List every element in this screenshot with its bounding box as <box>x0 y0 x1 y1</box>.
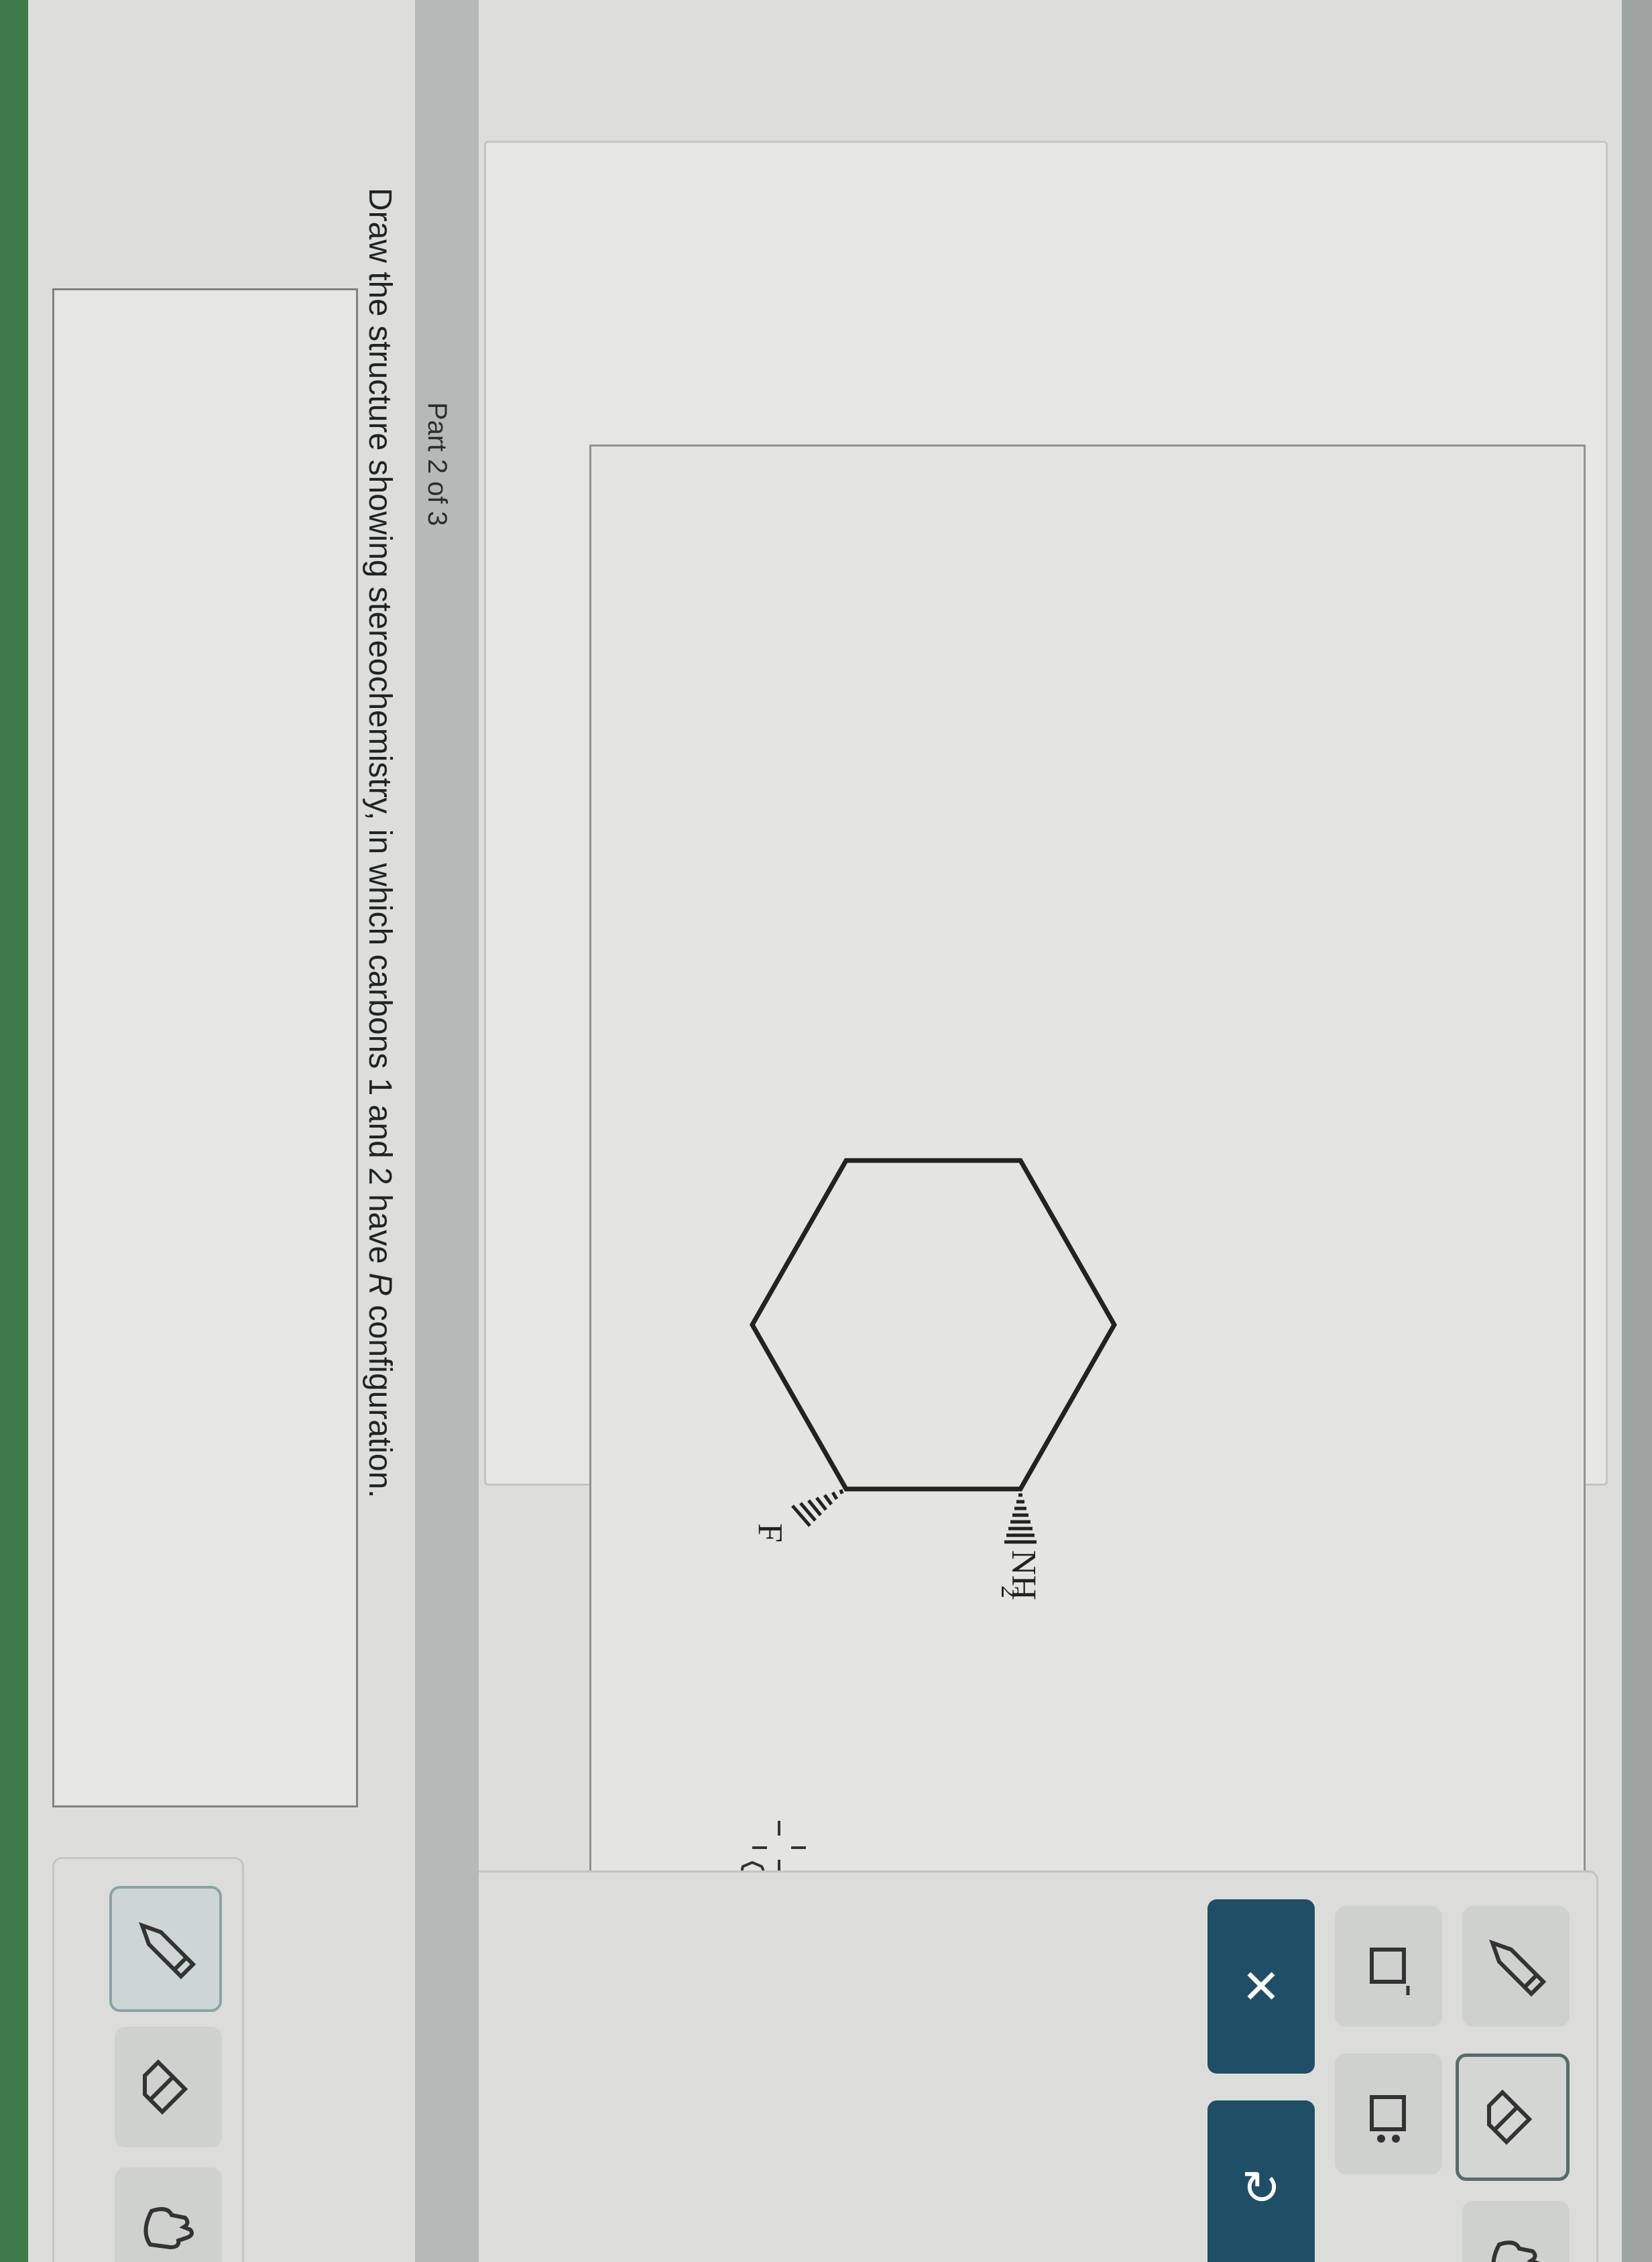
pencil-icon <box>139 1922 196 1980</box>
part-label: Part 2 of 3 <box>422 402 452 526</box>
undo-icon: ↻ <box>1241 2161 1281 2214</box>
next-part-toolbar <box>52 1857 244 2262</box>
eraser-icon <box>143 2059 188 2115</box>
question-text-after: configuration. <box>362 1296 398 1498</box>
hashed-wedge-bond-nh2[interactable] <box>1004 1493 1037 1544</box>
question-text: Draw the structure showing stereochemist… <box>361 188 398 1498</box>
hashed-wedge-bond-f[interactable] <box>791 1489 844 1527</box>
next-part-canvas[interactable] <box>52 288 358 1807</box>
cyclohexane-ring[interactable] <box>749 1158 1118 1492</box>
next-hand-tool[interactable] <box>115 2167 222 2262</box>
hand-icon <box>143 2207 194 2250</box>
charge-tool[interactable] <box>1335 1906 1442 2027</box>
hand-tool[interactable] <box>1462 2201 1570 2262</box>
next-pencil-tool[interactable] <box>109 1886 222 2012</box>
hand-icon <box>1491 2241 1541 2262</box>
question-text-before: Draw the structure showing stereochemist… <box>362 188 398 1273</box>
close-icon: ✕ <box>1241 1960 1281 2013</box>
eraser-icon <box>1487 2089 1533 2145</box>
atom-subscript-2: 2 <box>996 1586 1024 1598</box>
clear-button[interactable]: ✕ <box>1207 1899 1315 2074</box>
screen: NH 2 F ✕ ↻ Part 2 of 3 Draw the structur… <box>0 0 1652 2262</box>
molecule-structure[interactable]: NH 2 F <box>672 1050 1222 1600</box>
lone-pair-icon <box>1370 2095 1406 2143</box>
pencil-tool[interactable] <box>1462 1906 1570 2027</box>
pencil-icon <box>1489 1940 1547 1997</box>
part-header <box>415 0 479 2262</box>
atom-label-f[interactable]: F <box>751 1523 789 1543</box>
drawing-canvas[interactable]: NH 2 F <box>589 444 1586 1950</box>
undo-button[interactable]: ↻ <box>1207 2100 1315 2262</box>
question-config-letter: R <box>362 1272 398 1297</box>
lone-pair-tool[interactable] <box>1335 2053 1442 2174</box>
eraser-tool[interactable] <box>1456 2053 1570 2181</box>
window-side-edge <box>0 0 28 2262</box>
drawing-toolbar: ✕ ↻ <box>455 1870 1598 2262</box>
next-eraser-tool[interactable] <box>115 2027 222 2147</box>
charge-icon <box>1370 1948 1410 1995</box>
answer-panel: NH 2 F <box>484 141 1608 1950</box>
window-top-edge <box>1622 0 1652 2262</box>
